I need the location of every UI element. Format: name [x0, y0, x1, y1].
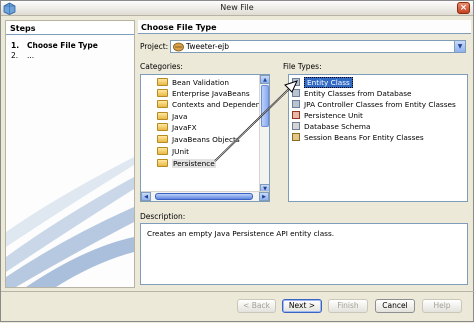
folder-icon [157, 112, 168, 120]
file-type-item[interactable]: JPA Controller Classes from Entity Class… [292, 100, 456, 110]
tree-item-label: JavaFX [172, 123, 197, 132]
tree-item[interactable]: Java [157, 112, 267, 122]
tree-item[interactable]: JavaFX [157, 123, 267, 133]
tree-item-label: Persistence [172, 159, 216, 168]
scroll-thumb[interactable] [155, 193, 253, 200]
decorative-swoosh-graphic [6, 157, 134, 287]
tree-item[interactable]: Enterprise JavaBeans [157, 89, 267, 99]
project-value: Tweeter-ejb [186, 42, 230, 51]
finish-button[interactable]: Finish [328, 299, 368, 313]
help-button[interactable]: Help [422, 299, 462, 313]
file-type-label: Persistence Unit [304, 111, 363, 120]
cancel-button[interactable]: Cancel [375, 299, 415, 313]
session-bean-icon [292, 133, 300, 141]
database-class-icon [292, 89, 300, 97]
file-type-label: Database Schema [304, 122, 371, 131]
file-types-list[interactable]: Entity Class Entity Classes from Databas… [288, 74, 468, 202]
categories-label: Categories: [140, 62, 183, 71]
tree-item-label: JavaBeans Objects [172, 135, 240, 144]
file-type-label: Entity Class [304, 77, 353, 88]
file-type-item[interactable]: Entity Classes from Database [292, 89, 412, 99]
database-schema-icon [292, 122, 300, 130]
categories-tree[interactable]: Bean Validation Enterprise JavaBeans Con… [140, 74, 270, 202]
chevron-down-icon[interactable]: ▼ [454, 41, 465, 52]
folder-icon [157, 89, 168, 97]
scroll-left-button[interactable]: ◀ [141, 192, 151, 201]
step-label: Choose File Type [27, 41, 98, 50]
folder-icon [157, 159, 168, 167]
tree-item[interactable]: Bean Validation [157, 78, 267, 88]
file-type-item-selected[interactable]: Entity Class [292, 77, 353, 88]
tree-item-label: JUnit [172, 147, 190, 156]
tree-item[interactable]: JavaBeans Objects [157, 135, 267, 145]
horizontal-scrollbar[interactable]: ◀ ▶ [141, 191, 269, 201]
description-label: Description: [140, 212, 186, 221]
folder-icon [157, 100, 168, 108]
ejb-project-icon [173, 42, 184, 52]
step-item: 1. Choose File Type [11, 41, 98, 51]
folder-icon [157, 147, 168, 155]
tree-item-label: Enterprise JavaBeans [172, 89, 250, 98]
file-type-item[interactable]: Database Schema [292, 122, 370, 132]
close-button[interactable]: × [457, 2, 470, 14]
project-select[interactable]: Tweeter-ejb ▼ [170, 40, 466, 53]
folder-icon [157, 78, 168, 86]
step-label: ... [27, 51, 35, 60]
step-number: 2. [11, 51, 19, 60]
panel-header: Choose File Type [138, 20, 471, 34]
file-type-item[interactable]: Session Beans For Entity Classes [292, 133, 424, 143]
file-type-label: JPA Controller Classes from Entity Class… [304, 100, 456, 109]
next-button[interactable]: Next > [282, 299, 322, 313]
back-button[interactable]: < Back [237, 299, 276, 313]
window-title: New File [220, 3, 254, 12]
step-item: 2.... [11, 51, 98, 61]
tree-item[interactable]: Contexts and Dependency [157, 100, 269, 110]
file-types-label: File Types: [283, 62, 322, 71]
tree-item-selected[interactable]: Persistence [157, 159, 267, 169]
folder-icon [157, 123, 168, 131]
scroll-right-button[interactable]: ▶ [259, 192, 269, 201]
tree-item-label: Java [172, 112, 188, 121]
entity-class-icon [292, 78, 300, 86]
step-number: 1. [11, 41, 20, 50]
description-text: Creates an empty Java Persistence API en… [147, 229, 335, 238]
title-bar[interactable]: New File × [1, 1, 473, 16]
project-label: Project: [140, 42, 169, 51]
vertical-scrollbar[interactable]: ▲ ▼ [259, 75, 269, 193]
steps-list: 1. Choose File Type 2.... [11, 41, 98, 61]
file-type-label: Entity Classes from Database [304, 89, 412, 98]
file-type-label: Session Beans For Entity Classes [304, 133, 424, 142]
new-file-dialog: New File × Steps 1. Choose File Type 2...… [0, 0, 474, 322]
steps-header: Steps [6, 21, 134, 35]
folder-icon [157, 135, 168, 143]
scroll-up-button[interactable]: ▲ [260, 75, 269, 84]
scroll-thumb[interactable] [261, 85, 269, 127]
description-box: Creates an empty Java Persistence API en… [140, 223, 468, 285]
tree-item[interactable]: JUnit [157, 147, 267, 157]
steps-panel: Steps 1. Choose File Type 2.... [5, 20, 135, 288]
file-type-item[interactable]: Persistence Unit [292, 111, 363, 121]
tree-item-label: Contexts and Dependency [172, 100, 269, 109]
footer-divider [1, 291, 474, 292]
main-panel: Choose File Type Project: Tweeter-ejb ▼ … [138, 20, 471, 288]
persistence-unit-icon [292, 111, 300, 119]
controller-class-icon [292, 100, 300, 108]
tree-item-label: Bean Validation [172, 78, 229, 87]
